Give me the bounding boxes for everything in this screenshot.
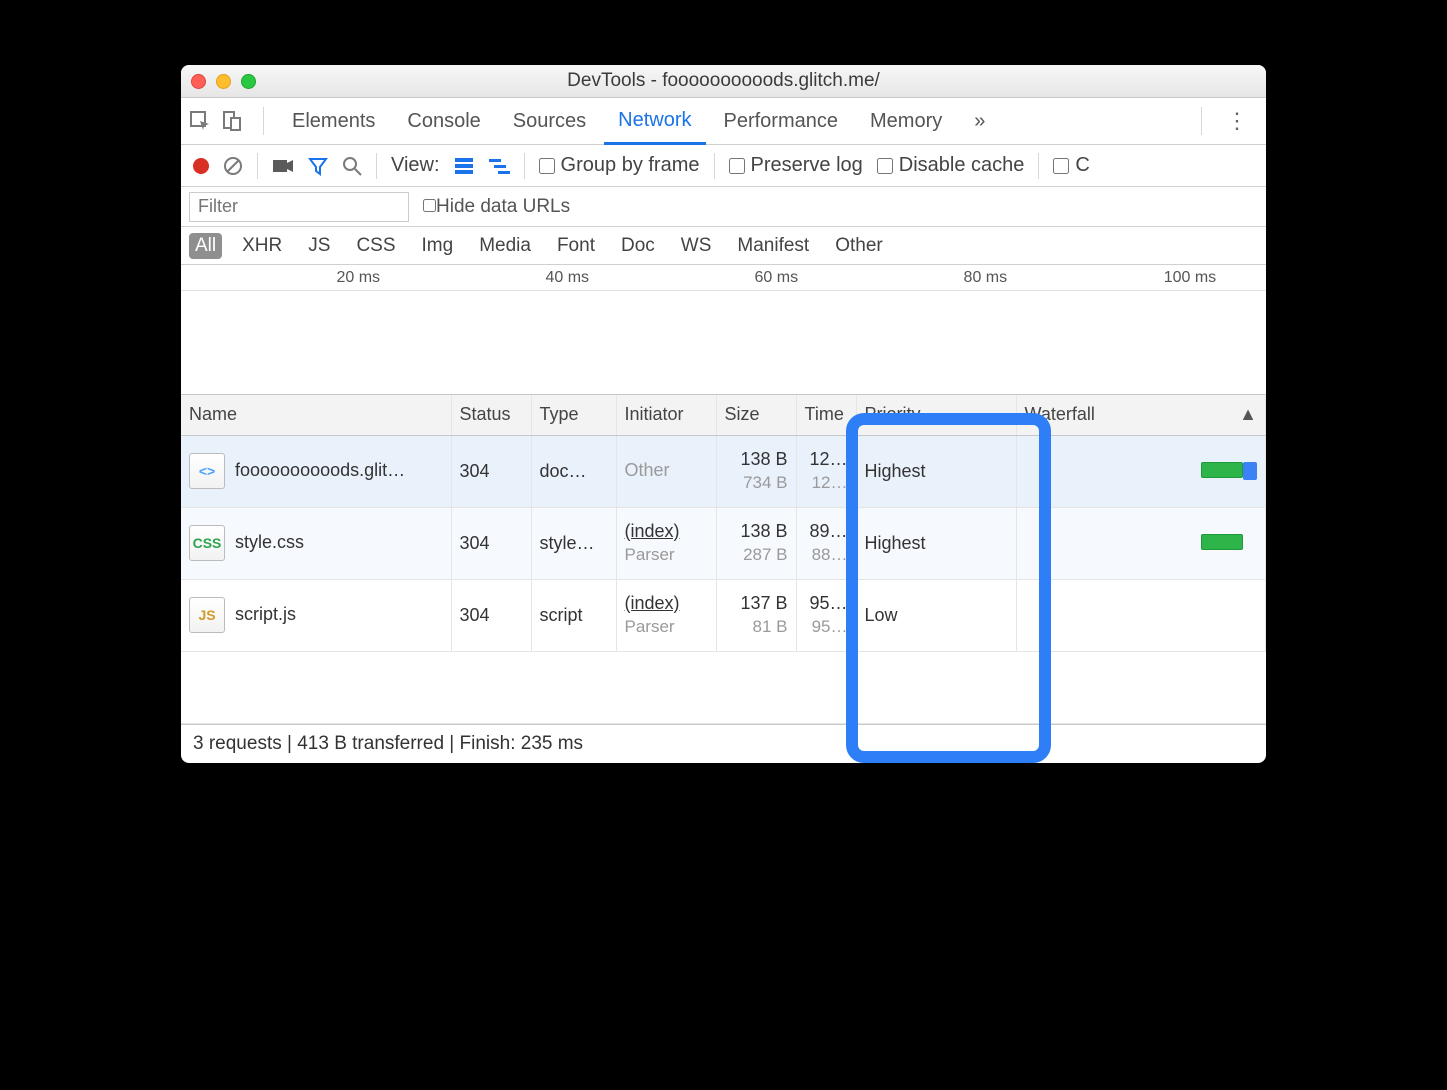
cell-initiator: (index)Parser	[616, 579, 716, 651]
camera-icon[interactable]	[272, 157, 294, 175]
waterfall-view-icon[interactable]	[488, 157, 510, 175]
clear-icon[interactable]	[223, 156, 243, 176]
initiator-link[interactable]: (index)	[625, 593, 680, 613]
tab-performance[interactable]: Performance	[710, 98, 853, 144]
tab-elements[interactable]: Elements	[278, 98, 389, 144]
table-row[interactable]: JS script.js 304script(index)Parser137 B81…	[181, 579, 1266, 651]
col-header-type[interactable]: Type	[531, 395, 616, 435]
file-type-icon: <>	[189, 453, 225, 489]
cell-initiator: Other	[616, 435, 716, 507]
cell-type: script	[531, 579, 616, 651]
titlebar: DevTools - foooooooooods.glitch.me/	[181, 65, 1266, 98]
cell-status: 304	[451, 435, 531, 507]
type-chip-doc[interactable]: Doc	[615, 233, 661, 259]
tab-sources[interactable]: Sources	[499, 98, 600, 144]
tab-memory[interactable]: Memory	[856, 98, 956, 144]
device-toggle-icon[interactable]	[221, 110, 249, 132]
col-header-size[interactable]: Size	[716, 395, 796, 435]
cell-status: 304	[451, 507, 531, 579]
type-chip-css[interactable]: CSS	[350, 233, 401, 259]
devtools-window: DevTools - foooooooooods.glitch.me/ Elem…	[181, 65, 1266, 763]
cell-waterfall	[1016, 435, 1266, 507]
filter-input[interactable]	[189, 192, 409, 222]
table-row[interactable]: CSS style.css 304style…(index)Parser138 B2…	[181, 507, 1266, 579]
tab-network[interactable]: Network	[604, 99, 705, 145]
preserve-log-checkbox[interactable]: Preserve log	[729, 154, 863, 177]
cell-time: 12…12…	[796, 435, 856, 507]
request-name: style.css	[235, 532, 304, 552]
large-rows-icon[interactable]	[454, 157, 474, 175]
type-chip-xhr[interactable]: XHR	[236, 233, 288, 259]
status-bar: 3 requests | 413 B transferred | Finish:…	[181, 724, 1266, 763]
initiator-link[interactable]: (index)	[625, 521, 680, 541]
network-table: Name Status Type Initiator Size Time Pri…	[181, 395, 1266, 724]
hide-data-urls-checkbox[interactable]: Hide data URLs	[423, 196, 570, 218]
col-header-waterfall[interactable]: Waterfall▲	[1016, 395, 1266, 435]
record-button[interactable]	[193, 158, 209, 174]
type-chip-ws[interactable]: WS	[675, 233, 718, 259]
cell-size: 138 B734 B	[716, 435, 796, 507]
window-title: DevTools - foooooooooods.glitch.me/	[181, 70, 1266, 92]
type-chip-other[interactable]: Other	[829, 233, 889, 259]
request-name: foooooooooods.glit…	[235, 460, 405, 480]
col-header-priority[interactable]: Priority	[856, 395, 1016, 435]
cell-size: 137 B81 B	[716, 579, 796, 651]
inspect-icon[interactable]	[189, 110, 217, 132]
cell-status: 304	[451, 579, 531, 651]
filter-row: Hide data URLs	[181, 187, 1266, 227]
sort-arrow-icon: ▲	[1239, 404, 1257, 425]
kebab-menu-icon[interactable]: ⋮	[1216, 108, 1258, 134]
main-tabstrip: Elements Console Sources Network Perform…	[181, 98, 1266, 145]
cell-waterfall	[1016, 579, 1266, 651]
type-chip-img[interactable]: Img	[416, 233, 460, 259]
cell-time: 89…88…	[796, 507, 856, 579]
type-chip-font[interactable]: Font	[551, 233, 601, 259]
cell-priority: Highest	[856, 507, 1016, 579]
table-row[interactable]: <> foooooooooods.glit… 304doc…Other138 B73…	[181, 435, 1266, 507]
cell-initiator: (index)Parser	[616, 507, 716, 579]
col-header-time[interactable]: Time	[796, 395, 856, 435]
file-type-icon: JS	[189, 597, 225, 633]
cell-priority: Highest	[856, 435, 1016, 507]
tabs-overflow[interactable]: »	[960, 98, 999, 144]
col-header-status[interactable]: Status	[451, 395, 531, 435]
request-name: script.js	[235, 604, 296, 624]
network-toolbar: View: Group by frame Preserve log Disabl…	[181, 145, 1266, 187]
cell-waterfall	[1016, 507, 1266, 579]
timeline-overview[interactable]: 20 ms 40 ms 60 ms 80 ms 100 ms	[181, 265, 1266, 395]
cell-size: 138 B287 B	[716, 507, 796, 579]
type-filter-row: All XHR JS CSS Img Media Font Doc WS Man…	[181, 227, 1266, 265]
cell-type: style…	[531, 507, 616, 579]
offline-checkbox-cut[interactable]: C	[1053, 154, 1089, 177]
col-header-name[interactable]: Name	[181, 395, 451, 435]
type-chip-manifest[interactable]: Manifest	[731, 233, 815, 259]
type-chip-media[interactable]: Media	[473, 233, 537, 259]
timeline-ruler: 20 ms 40 ms 60 ms 80 ms 100 ms	[181, 265, 1266, 291]
cell-type: doc…	[531, 435, 616, 507]
col-header-initiator[interactable]: Initiator	[616, 395, 716, 435]
group-by-frame-checkbox[interactable]: Group by frame	[539, 154, 700, 177]
search-icon[interactable]	[342, 156, 362, 176]
file-type-icon: CSS	[189, 525, 225, 561]
type-chip-all[interactable]: All	[189, 233, 222, 259]
cell-priority: Low	[856, 579, 1016, 651]
disable-cache-checkbox[interactable]: Disable cache	[877, 154, 1025, 177]
filter-icon[interactable]	[308, 156, 328, 176]
tab-console[interactable]: Console	[393, 98, 494, 144]
cell-time: 95…95…	[796, 579, 856, 651]
view-label: View:	[391, 154, 440, 177]
type-chip-js[interactable]: JS	[302, 233, 336, 259]
